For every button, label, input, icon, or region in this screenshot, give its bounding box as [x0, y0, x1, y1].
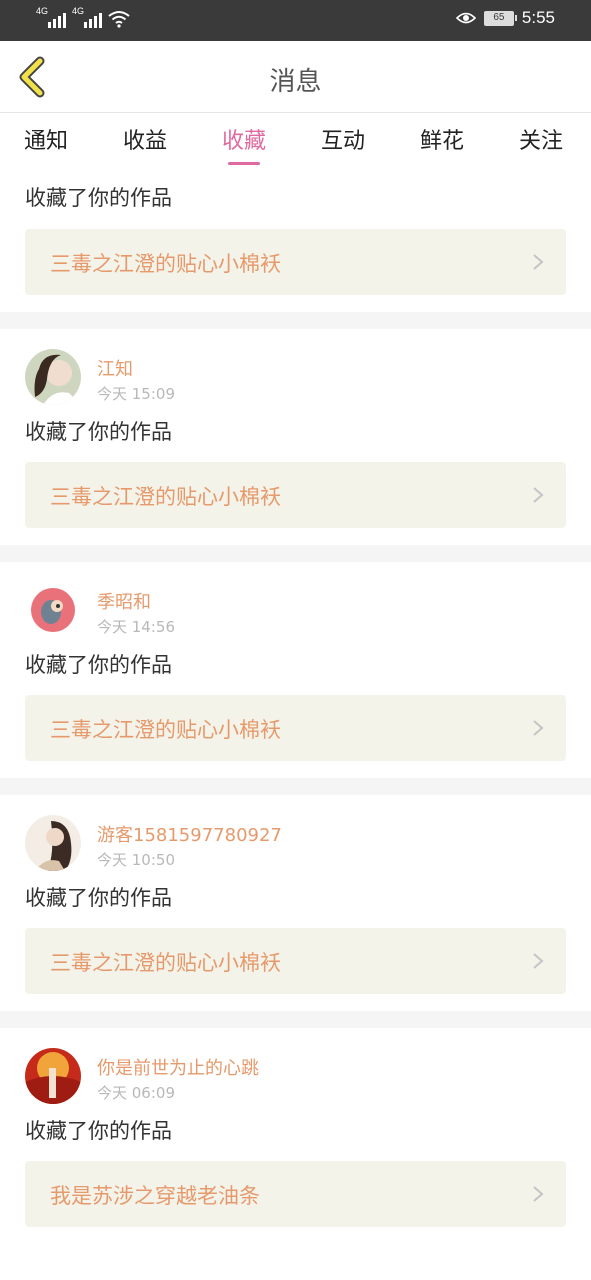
avatar[interactable]: [25, 349, 81, 405]
tab-earnings[interactable]: 收益: [123, 123, 167, 155]
divider: [0, 1011, 591, 1028]
timestamp: 今天 15:09: [97, 385, 175, 403]
user-row: 季昭和 今天 14:56: [0, 562, 591, 638]
eye-comfort-icon: [455, 12, 476, 24]
work-title: 三毒之江澄的贴心小棉袄: [50, 485, 281, 509]
status-left: 4G 4G: [36, 6, 130, 28]
page-title: 消息: [269, 67, 322, 97]
chevron-right-icon: [533, 1186, 544, 1202]
work-title: 三毒之江澄的贴心小棉袄: [50, 951, 281, 975]
user-row: 你是前世为止的心跳 今天 06:09: [0, 1028, 591, 1104]
work-link[interactable]: 三毒之江澄的贴心小棉袄: [25, 229, 566, 295]
avatar[interactable]: [25, 815, 81, 871]
status-time: 5:55: [521, 8, 555, 27]
action-text: 收藏了你的作品: [25, 1119, 172, 1143]
status-right: 65 5:55: [455, 8, 555, 28]
divider: [0, 312, 591, 329]
status-bar: 4G 4G 65 5:55: [0, 0, 591, 41]
tab-favorites[interactable]: 收藏: [222, 123, 266, 155]
work-title: 三毒之江澄的贴心小棉袄: [50, 718, 281, 742]
action-text: 收藏了你的作品: [25, 653, 172, 677]
chevron-right-icon: [533, 254, 544, 270]
chevron-right-icon: [533, 487, 544, 503]
work-title: 我是苏涉之穿越老油条: [50, 1184, 260, 1208]
divider: [0, 778, 591, 795]
cell-signal-icon: 4G: [36, 6, 66, 28]
list-item: 你是前世为止的心跳 今天 06:09 收藏了你的作品 我是苏涉之穿越老油条: [0, 1028, 591, 1244]
divider: [0, 545, 591, 562]
username[interactable]: 游客1581597780927: [97, 821, 282, 847]
work-link[interactable]: 我是苏涉之穿越老油条: [25, 1161, 566, 1227]
tab-follows[interactable]: 关注: [519, 123, 563, 155]
user-row: 游客1581597780927 今天 10:50: [0, 795, 591, 871]
signal-type-label: 4G: [36, 6, 49, 16]
chevron-right-icon: [533, 953, 544, 969]
list-item: 江知 今天 15:09 收藏了你的作品 三毒之江澄的贴心小棉袄: [0, 329, 591, 545]
work-title: 三毒之江澄的贴心小棉袄: [50, 252, 281, 276]
work-link[interactable]: 三毒之江澄的贴心小棉袄: [25, 695, 566, 761]
avatar[interactable]: [25, 1048, 81, 1104]
cell-signal-icon: 4G: [72, 6, 102, 28]
nav-bar: 消息: [0, 41, 591, 113]
signal-type-label: 4G: [72, 6, 85, 16]
username[interactable]: 季昭和: [97, 588, 151, 614]
timestamp: 今天 06:09: [97, 1084, 175, 1102]
tab-flowers[interactable]: 鲜花: [420, 123, 464, 155]
list-item: 季昭和 今天 14:56 收藏了你的作品 三毒之江澄的贴心小棉袄: [0, 562, 591, 778]
action-text: 收藏了你的作品: [25, 186, 172, 210]
username[interactable]: 你是前世为止的心跳: [97, 1054, 259, 1080]
work-link[interactable]: 三毒之江澄的贴心小棉袄: [25, 928, 566, 994]
list-item: 游客1581597780927 今天 10:50 收藏了你的作品 三毒之江澄的贴…: [0, 795, 591, 1011]
battery-icon: 65: [483, 10, 517, 26]
tab-notifications[interactable]: 通知: [24, 123, 68, 155]
tab-bar: 通知 收益 收藏 互动 鲜花 关注: [0, 113, 591, 167]
chevron-right-icon: [533, 720, 544, 736]
wifi-icon: [108, 11, 130, 28]
action-text: 收藏了你的作品: [25, 420, 172, 444]
username[interactable]: 江知: [97, 355, 133, 381]
timestamp: 今天 10:50: [97, 851, 175, 869]
timestamp: 今天 14:56: [97, 618, 175, 636]
work-link[interactable]: 三毒之江澄的贴心小棉袄: [25, 462, 566, 528]
tab-interactions[interactable]: 互动: [321, 123, 365, 155]
message-feed: 收藏了你的作品 三毒之江澄的贴心小棉袄 江知 今天 15:09 收藏了你的作品 …: [0, 167, 591, 1244]
avatar[interactable]: [25, 582, 81, 638]
action-text: 收藏了你的作品: [25, 886, 172, 910]
user-row: 江知 今天 15:09: [0, 329, 591, 405]
list-item: 收藏了你的作品 三毒之江澄的贴心小棉袄: [0, 167, 591, 312]
